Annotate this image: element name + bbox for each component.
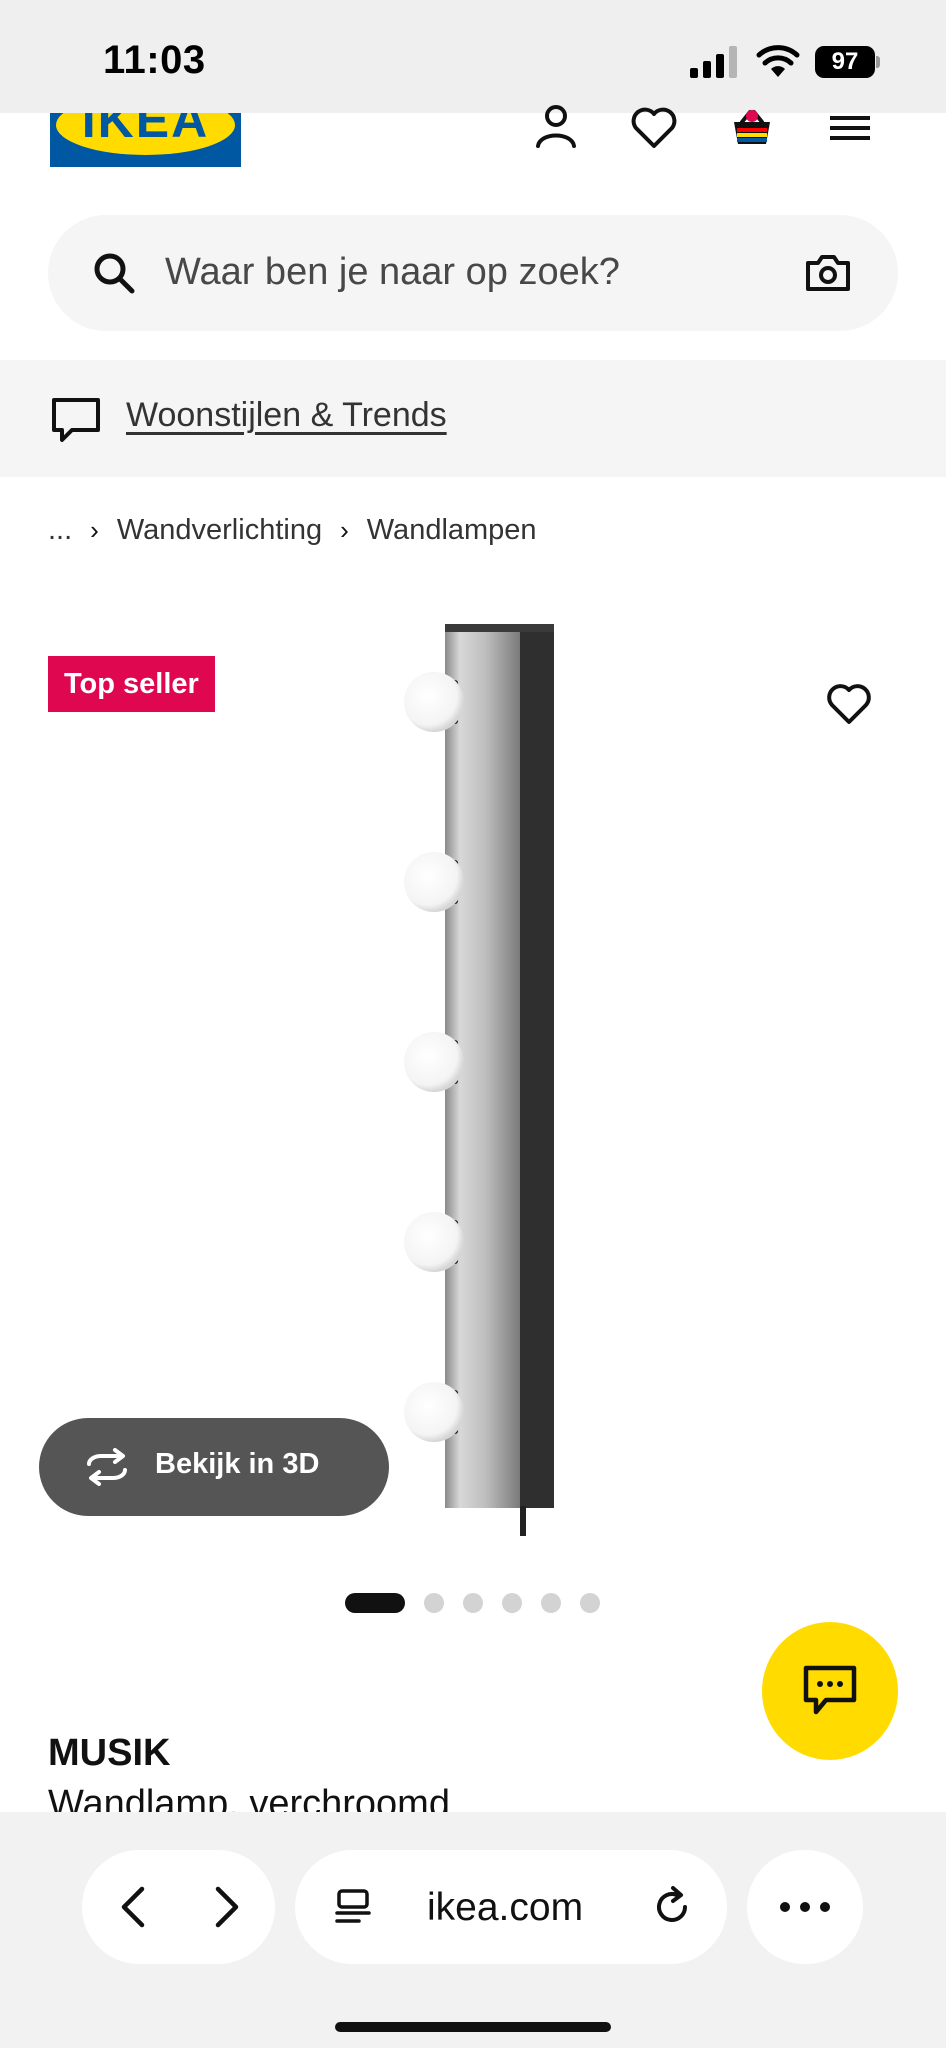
product-description: Wandlamp, verchroomd: [48, 1783, 450, 1814]
chat-assistant-button[interactable]: [762, 1622, 898, 1760]
url-text: ikea.com: [427, 1886, 584, 1929]
ikea-logo[interactable]: IKEA: [50, 113, 241, 167]
search-placeholder: Waar ben je naar op zoek?: [165, 251, 620, 293]
chevron-right-icon: ›: [340, 514, 349, 545]
trends-link[interactable]: Woonstijlen & Trends: [126, 396, 447, 435]
breadcrumb-ellipsis[interactable]: ...: [48, 514, 72, 547]
carousel-dot[interactable]: [541, 1593, 561, 1613]
add-to-wishlist-heart-icon[interactable]: [826, 682, 872, 726]
address-bar[interactable]: ikea.com: [295, 1850, 727, 1964]
browser-toolbar: ikea.com: [0, 1812, 946, 2048]
view-in-3d-label: Bekijk in 3D: [155, 1448, 320, 1480]
shopping-bag-icon[interactable]: [726, 102, 778, 154]
camera-search-icon[interactable]: [804, 249, 852, 297]
carousel-dot[interactable]: [463, 1593, 483, 1613]
more-options-button[interactable]: [747, 1850, 863, 1964]
product-image[interactable]: [370, 620, 580, 1540]
logo-text: IKEA: [81, 113, 210, 148]
speech-bubble-icon: [52, 398, 100, 442]
wishlist-heart-icon[interactable]: [628, 102, 680, 154]
status-time: 11:03: [103, 38, 206, 82]
chevron-right-icon: ›: [90, 514, 99, 545]
product-name: MUSIK: [48, 1732, 171, 1774]
cellular-signal-icon: [690, 46, 737, 78]
reload-icon[interactable]: [651, 1885, 695, 1929]
carousel-dot[interactable]: [345, 1593, 405, 1613]
top-seller-badge: Top seller: [48, 656, 215, 712]
battery-indicator: 97: [815, 46, 881, 78]
battery-cap: [876, 56, 880, 68]
trends-banner[interactable]: Woonstijlen & Trends: [0, 360, 946, 477]
home-indicator: [335, 2022, 611, 2032]
more-dots-icon: [780, 1902, 830, 1912]
carousel-dot[interactable]: [580, 1593, 600, 1613]
breadcrumb-item-wandlampen[interactable]: Wandlampen: [367, 514, 537, 547]
carousel-dot[interactable]: [502, 1593, 522, 1613]
carousel-dots: [345, 1592, 619, 1614]
search-input[interactable]: Waar ben je naar op zoek?: [48, 215, 898, 331]
chat-icon: [803, 1665, 857, 1715]
wifi-icon: [756, 45, 800, 77]
breadcrumb: ... › Wandverlichting › Wandlampen: [48, 510, 537, 550]
page-menu-icon[interactable]: [333, 1887, 373, 1927]
forward-chevron-icon[interactable]: [202, 1883, 250, 1931]
view-in-3d-button[interactable]: Bekijk in 3D: [39, 1418, 389, 1516]
menu-icon[interactable]: [824, 102, 876, 154]
status-bar: 11:03 97: [0, 0, 946, 113]
rotate-3d-icon: [87, 1448, 127, 1486]
history-nav-pill: [82, 1850, 275, 1964]
carousel-dot[interactable]: [424, 1593, 444, 1613]
battery-level: 97: [815, 46, 875, 78]
account-icon[interactable]: [530, 102, 582, 154]
search-icon: [94, 253, 135, 294]
breadcrumb-item-wandverlichting[interactable]: Wandverlichting: [117, 514, 322, 547]
back-chevron-icon[interactable]: [110, 1883, 158, 1931]
